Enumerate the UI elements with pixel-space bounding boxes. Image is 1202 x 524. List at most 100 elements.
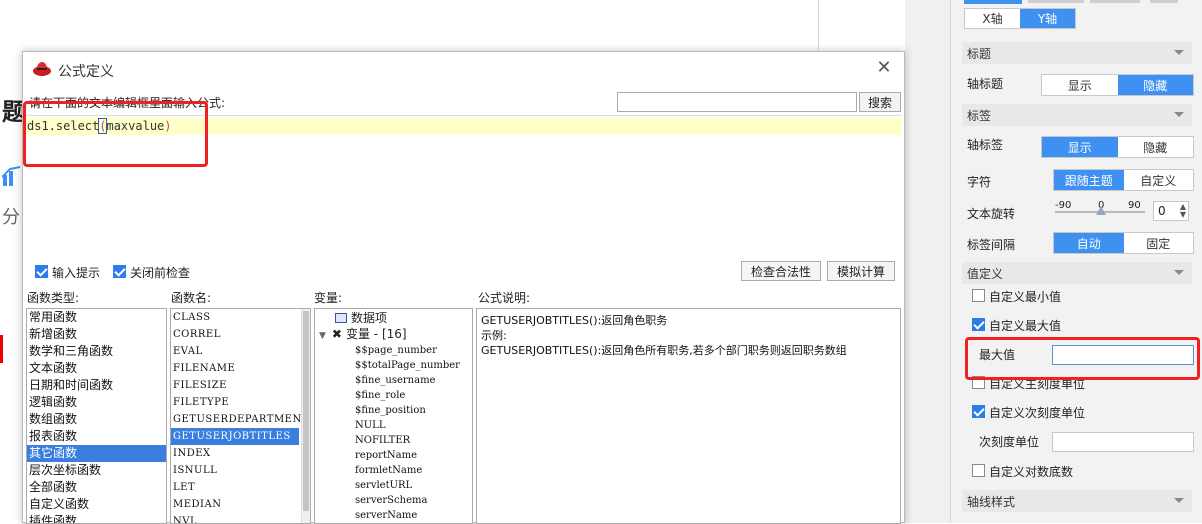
list-item[interactable]: 层次坐标函数 [27, 462, 166, 479]
function-search-input[interactable] [617, 92, 857, 112]
chart-type-icon[interactable] [2, 165, 22, 187]
highlight-box-max-value [965, 337, 1200, 380]
rotation-slider-handle[interactable] [1096, 206, 1106, 215]
rotation-spinner[interactable]: 0 ▲ ▼ [1153, 201, 1189, 221]
list-item[interactable]: 报表函数 [27, 428, 166, 445]
minor-unit-label: 次刻度单位 [979, 435, 1040, 449]
section-label-header[interactable]: 标签 [962, 104, 1192, 126]
dialog-titlebar[interactable]: 公式定义 ✕ [23, 52, 904, 88]
top-tab-strip [964, 0, 1178, 4]
spinner-arrows-icon[interactable]: ▲ ▼ [1180, 203, 1186, 219]
list-item[interactable]: LET [171, 479, 310, 496]
chevron-down-icon[interactable]: ▼ [319, 331, 326, 341]
background-divider [818, 0, 819, 50]
tree-node-data-items[interactable]: 数据项 [319, 311, 472, 326]
list-item[interactable]: $$page_number [355, 343, 472, 358]
section-axis-style-header[interactable]: 轴线样式 [962, 490, 1192, 512]
custom-max-checkbox[interactable] [972, 318, 985, 331]
custom-min-checkbox[interactable] [972, 289, 985, 302]
check-before-close-label: 关闭前检查 [130, 266, 191, 280]
check-validity-button[interactable]: 检查合法性 [741, 261, 821, 281]
list-item[interactable]: FILESIZE [171, 377, 310, 394]
list-item[interactable]: NULL [355, 418, 472, 433]
list-item[interactable]: EVAL [171, 343, 310, 360]
list-item[interactable]: 文本函数 [27, 360, 166, 377]
scrollbar-thumb[interactable] [303, 311, 309, 511]
input-hint-checkbox[interactable] [35, 265, 48, 278]
tree-node-label: 数据项 [351, 311, 388, 325]
list-item[interactable]: 常用函数 [27, 309, 166, 326]
section-axis-style-label: 轴线样式 [967, 494, 1016, 509]
font-follow-theme-button[interactable]: 跟随主题 [1054, 170, 1124, 190]
simulate-calc-button[interactable]: 模拟计算 [827, 261, 895, 281]
axis-title-show-button[interactable]: 显示 [1042, 75, 1118, 95]
list-item[interactable]: GETUSERDEPARTMENTS [171, 411, 310, 428]
font-custom-button[interactable]: 自定义 [1124, 170, 1194, 190]
desc-line: GETUSERJOBTITLES():返回角色所有职务,若多个部门职务则返回职务… [481, 344, 847, 357]
list-item[interactable]: $$totalPage_number [355, 358, 472, 373]
list-item[interactable]: 自定义函数 [27, 496, 166, 513]
list-item[interactable]: $fine_username [355, 373, 472, 388]
axis-label-toggle: 显示 隐藏 [1041, 136, 1194, 158]
list-item[interactable]: 逻辑函数 [27, 394, 166, 411]
list-item[interactable]: ISNULL [171, 462, 310, 479]
list-item[interactable]: 数学和三角函数 [27, 343, 166, 360]
list-item-selected[interactable]: GETUSERJOBTITLES [171, 428, 299, 445]
axis-tabs: X轴 Y轴 [964, 8, 1076, 29]
close-icon[interactable]: ✕ [873, 57, 895, 79]
axis-label-hide-button[interactable]: 隐藏 [1118, 137, 1194, 157]
list-item[interactable]: INDEX [171, 445, 310, 462]
custom-log-checkbox[interactable] [972, 464, 985, 477]
list-item[interactable]: reportName [355, 448, 472, 463]
list-item[interactable]: serverName [355, 508, 472, 523]
list-item[interactable]: MEDIAN [171, 496, 310, 513]
check-before-close-checkbox[interactable] [113, 265, 126, 278]
custom-log-label: 自定义对数底数 [989, 465, 1074, 479]
list-item[interactable]: 插件函数 [27, 513, 166, 523]
list-item[interactable]: NVL [171, 513, 310, 523]
function-name-list[interactable]: CLASS CORREL EVAL FILENAME FILESIZE FILE… [170, 308, 311, 524]
list-item[interactable]: $fine_position [355, 403, 472, 418]
rotation-tick-min: -90 [1055, 200, 1072, 211]
custom-minor-checkbox[interactable] [972, 405, 985, 418]
function-type-list[interactable]: 常用函数 新增函数 数学和三角函数 文本函数 日期和时间函数 逻辑函数 数组函数… [26, 308, 167, 524]
function-name-scrollbar[interactable] [301, 309, 310, 523]
tree-node-variables[interactable]: ▼ ✖ 变量 - [16] [319, 326, 472, 343]
section-value-header[interactable]: 值定义 [962, 262, 1192, 284]
search-button[interactable]: 搜索 [859, 92, 901, 112]
list-item[interactable]: FILETYPE [171, 394, 310, 411]
variable-tree[interactable]: 数据项 ▼ ✖ 变量 - [16] $$page_number $$totalPag… [314, 308, 473, 524]
axis-title-label: 轴标题 [967, 77, 1004, 91]
list-item[interactable]: formletName [355, 463, 472, 478]
formula-desc-header: 公式说明: [478, 291, 531, 305]
list-item[interactable]: CORREL [171, 326, 310, 343]
list-item[interactable]: 新增函数 [27, 326, 166, 343]
app-logo-icon [33, 62, 51, 76]
list-item[interactable]: 日期和时间函数 [27, 377, 166, 394]
background-gutter [905, 0, 950, 523]
list-item[interactable]: 数组函数 [27, 411, 166, 428]
list-item[interactable]: servletURL [355, 478, 472, 493]
list-item[interactable]: FILENAME [171, 360, 310, 377]
list-item[interactable]: serverSchema [355, 493, 472, 508]
interval-fixed-button[interactable]: 固定 [1124, 233, 1194, 253]
function-type-header: 函数类型: [27, 291, 80, 305]
list-item-selected[interactable]: 其它函数 [27, 445, 166, 462]
list-item[interactable]: 全部函数 [27, 479, 166, 496]
list-item[interactable]: CLASS [171, 309, 310, 326]
label-interval-label: 标签间隔 [967, 238, 1016, 252]
tab-y-axis[interactable]: Y轴 [1020, 9, 1075, 28]
desc-line: GETUSERJOBTITLES():返回角色职务 [481, 314, 668, 327]
interval-auto-button[interactable]: 自动 [1054, 233, 1124, 253]
list-item[interactable]: $fine_role [355, 388, 472, 403]
custom-min-label: 自定义最小值 [989, 290, 1062, 304]
rotation-label: 文本旋转 [967, 207, 1016, 221]
list-item[interactable]: NOFILTER [355, 433, 472, 448]
tab-x-axis[interactable]: X轴 [965, 9, 1020, 28]
custom-minor-label: 自定义次刻度单位 [989, 406, 1086, 420]
axis-title-hide-button[interactable]: 隐藏 [1117, 75, 1193, 95]
axis-label-show-button[interactable]: 显示 [1042, 137, 1118, 157]
minor-unit-input[interactable] [1052, 432, 1194, 452]
dialog-title: 公式定义 [58, 64, 114, 80]
section-title-header[interactable]: 标题 [962, 42, 1192, 64]
